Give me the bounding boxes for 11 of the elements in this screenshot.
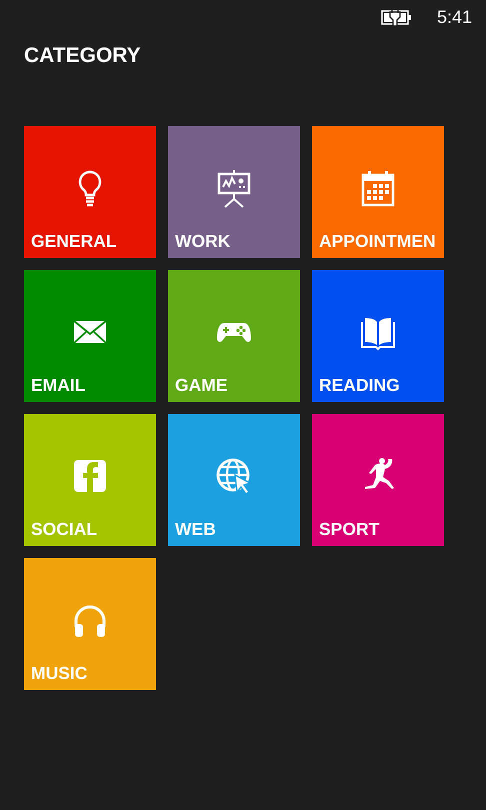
category-tile[interactable]: GAME (168, 270, 300, 402)
category-tile[interactable]: EMAIL (24, 270, 156, 402)
category-tile[interactable]: READING (312, 270, 444, 402)
category-tile[interactable]: WEB (168, 414, 300, 546)
category-tile[interactable]: APPOINTMEN (312, 126, 444, 258)
page-title: CATEGORY (24, 43, 142, 69)
clock-time: 5:41 (436, 6, 472, 28)
category-tile[interactable]: WORK (168, 126, 300, 258)
category-tile[interactable]: GENERAL (24, 126, 156, 258)
battery-charging-icon (380, 8, 413, 26)
category-tile[interactable]: SPORT (312, 414, 444, 546)
